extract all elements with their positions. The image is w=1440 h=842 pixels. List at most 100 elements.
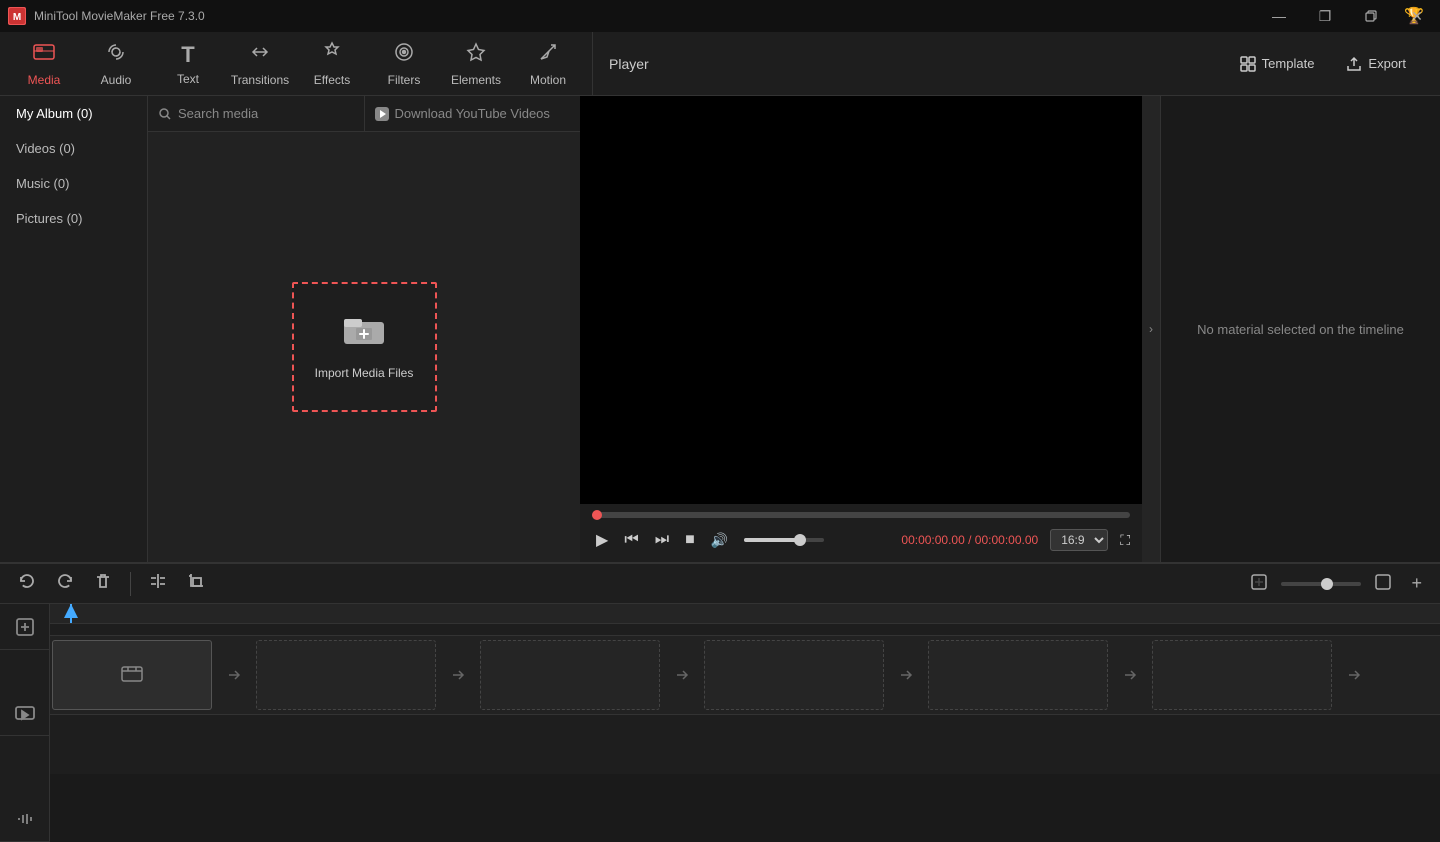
top-content: My Album (0) Videos (0) Music (0) Pictur…: [0, 96, 1440, 562]
play-button[interactable]: ▶: [592, 526, 612, 554]
media-toolbar: Search media Download YouTube Videos: [148, 96, 580, 132]
track-transition-6[interactable]: [1334, 640, 1374, 710]
export-button[interactable]: Export: [1336, 52, 1416, 76]
toolbar-item-audio-label: Audio: [101, 73, 132, 87]
crop-button[interactable]: [181, 568, 211, 599]
download-youtube-button[interactable]: Download YouTube Videos: [365, 96, 581, 131]
close-button[interactable]: ✕: [1394, 0, 1440, 32]
toolbar-item-effects[interactable]: Effects: [296, 36, 368, 92]
video-clip-4[interactable]: [704, 640, 884, 710]
zoom-out-icon: [1369, 570, 1397, 597]
search-media-button[interactable]: Search media: [148, 96, 365, 131]
next-frame-button[interactable]: ⏭: [651, 527, 673, 553]
playhead[interactable]: [70, 604, 72, 623]
video-clip-2[interactable]: [256, 640, 436, 710]
maximize-button[interactable]: ❐: [1302, 0, 1348, 32]
import-media-button[interactable]: Import Media Files: [292, 282, 437, 412]
audio-track: [50, 714, 1440, 774]
timeline-area: +: [0, 562, 1440, 842]
transition-icon: [225, 666, 243, 684]
track-transition-4[interactable]: [886, 640, 926, 710]
stop-button[interactable]: ■: [681, 527, 699, 553]
toolbar-item-elements[interactable]: Elements: [440, 36, 512, 92]
fullscreen-button[interactable]: ⛶: [1120, 532, 1130, 549]
template-label: Template: [1262, 56, 1315, 71]
timeline-right-controls: +: [1245, 569, 1428, 598]
sidebar-item-music[interactable]: Music (0): [0, 166, 147, 201]
undo-button[interactable]: [12, 568, 42, 599]
folder-icon: [344, 314, 384, 354]
sidebar: My Album (0) Videos (0) Music (0) Pictur…: [0, 96, 148, 562]
player-controls: ▶ ⏮ ⏭ ■ 🔊 00:00:00.00 / 00:00:00.00: [580, 504, 1142, 562]
player-title: Player: [609, 56, 649, 72]
template-button[interactable]: Template: [1230, 52, 1325, 76]
timeline-tracks: [50, 604, 1440, 842]
transition-icon-6: [1345, 666, 1363, 684]
delete-button[interactable]: [88, 568, 118, 599]
right-panel: No material selected on the timeline: [1160, 96, 1440, 562]
elements-icon: [465, 41, 487, 69]
audio-icon: [105, 41, 127, 69]
volume-slider-thumb[interactable]: [794, 534, 806, 546]
app: M MiniTool MovieMaker Free 7.3.0 🏆 — ❐ ✕…: [0, 0, 1440, 842]
track-transition-5[interactable]: [1110, 640, 1150, 710]
video-clip-5[interactable]: [928, 640, 1108, 710]
sidebar-item-pictures[interactable]: Pictures (0): [0, 201, 147, 236]
timeline-ruler: [50, 604, 1440, 624]
restore-button[interactable]: [1348, 0, 1394, 32]
player-right-container: ▶ ⏮ ⏭ ■ 🔊 00:00:00.00 / 00:00:00.00: [580, 96, 1440, 562]
toolbar-item-filters-label: Filters: [388, 73, 421, 87]
track-transition-3[interactable]: [662, 640, 702, 710]
prev-frame-button[interactable]: ⏮: [620, 527, 642, 553]
timeline-add-track-button[interactable]: [0, 604, 49, 650]
zoom-slider[interactable]: [1281, 582, 1361, 586]
video-clip-6[interactable]: [1152, 640, 1332, 710]
track-transition-1[interactable]: [214, 640, 254, 710]
track-transition-2[interactable]: [438, 640, 478, 710]
timeline-toolbar: +: [0, 564, 1440, 604]
time-display: 00:00:00.00 / 00:00:00.00: [836, 533, 1038, 547]
template-icon: [1240, 56, 1256, 72]
volume-icon: 🔊: [707, 528, 732, 553]
timeline-video-track-icon: [0, 690, 49, 736]
player-and-right: ▶ ⏮ ⏭ ■ 🔊 00:00:00.00 / 00:00:00.00: [580, 96, 1440, 562]
search-icon: [158, 107, 172, 121]
volume-slider[interactable]: [744, 538, 824, 542]
timeline-audio-track-icon: [0, 796, 49, 842]
export-icon: [1346, 56, 1362, 72]
controls-row: ▶ ⏮ ⏭ ■ 🔊 00:00:00.00 / 00:00:00.00: [592, 526, 1130, 554]
toolbar-item-audio[interactable]: Audio: [80, 36, 152, 92]
export-label: Export: [1368, 56, 1406, 71]
volume-slider-fill: [744, 538, 800, 542]
no-material-text: No material selected on the timeline: [1177, 302, 1424, 357]
timeline-left-sidebar: [0, 604, 50, 842]
timeline-content: [0, 604, 1440, 842]
progress-bar[interactable]: [592, 512, 1130, 518]
toolbar-item-motion[interactable]: Motion: [512, 36, 584, 92]
player-video: [580, 96, 1142, 504]
minimize-button[interactable]: —: [1256, 0, 1302, 32]
toolbar-item-transitions[interactable]: Transitions: [224, 36, 296, 92]
video-clip-1[interactable]: [52, 640, 212, 710]
transition-icon-3: [673, 666, 691, 684]
sidebar-item-videos[interactable]: Videos (0): [0, 131, 147, 166]
split-button[interactable]: [143, 568, 173, 599]
effects-icon: [321, 41, 343, 69]
search-media-label: Search media: [178, 106, 258, 121]
toolbar-item-motion-label: Motion: [530, 73, 566, 87]
toolbar-item-media[interactable]: Media: [8, 36, 80, 92]
content-area: My Album (0) Videos (0) Music (0) Pictur…: [0, 96, 1440, 842]
aspect-ratio-select[interactable]: 16:9 9:16 4:3 1:1 21:9: [1050, 529, 1108, 551]
toolbar-item-text[interactable]: T Text: [152, 36, 224, 92]
toolbar-item-filters[interactable]: Filters: [368, 36, 440, 92]
transition-icon-4: [897, 666, 915, 684]
progress-handle[interactable]: [592, 510, 602, 520]
media-content: Import Media Files: [148, 132, 580, 562]
zoom-add-button[interactable]: +: [1405, 569, 1428, 598]
player-area: ▶ ⏮ ⏭ ■ 🔊 00:00:00.00 / 00:00:00.00: [580, 96, 1142, 562]
video-clip-3[interactable]: [480, 640, 660, 710]
zoom-slider-thumb[interactable]: [1321, 578, 1333, 590]
right-panel-toggle[interactable]: ›: [1142, 96, 1160, 562]
redo-button[interactable]: [50, 568, 80, 599]
sidebar-item-my-album[interactable]: My Album (0): [0, 96, 147, 131]
